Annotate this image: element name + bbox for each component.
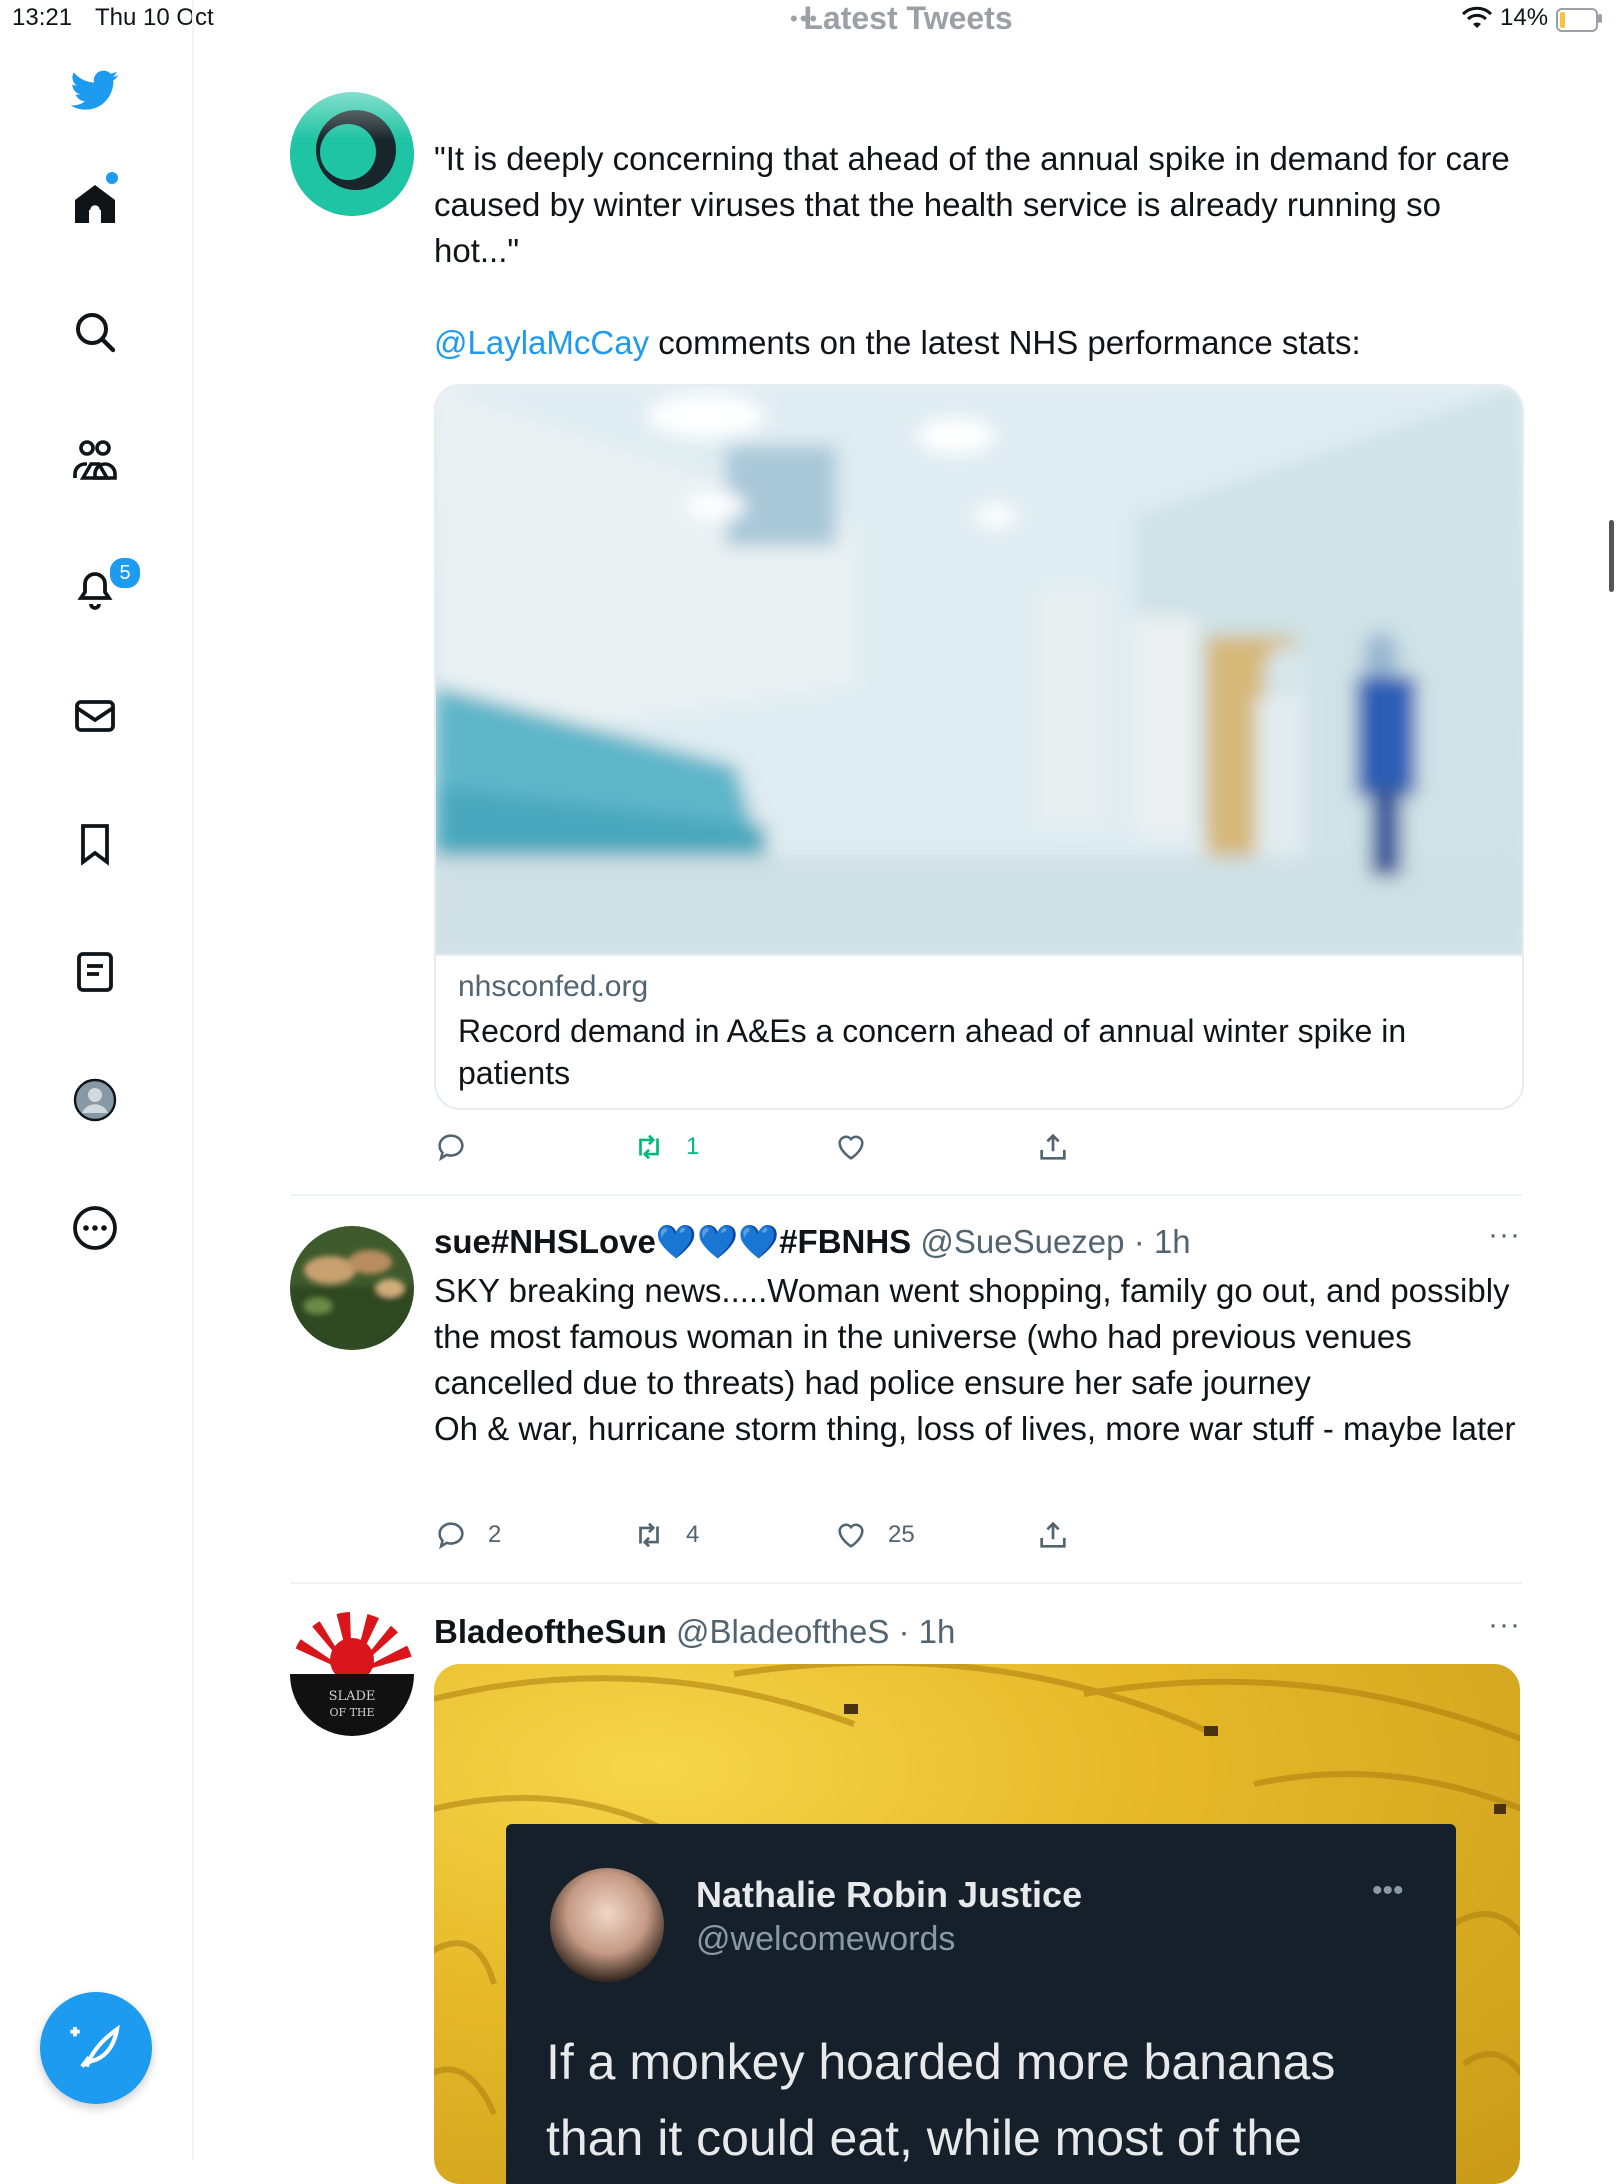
tweet-header: sue#NHSLove💙💙💙#FBNHS @SueSuezep · 1h <box>434 1220 1191 1264</box>
tweet-text-line: @LaylaMcCay comments on the latest NHS p… <box>434 324 1361 361</box>
link-card-image <box>436 386 1522 954</box>
battery-percent: 14% <box>1500 4 1549 31</box>
share-button[interactable] <box>1036 1510 1090 1560</box>
tweet-divider <box>290 1194 1522 1196</box>
compose-feather-icon <box>70 2024 120 2068</box>
tweet-more-icon[interactable]: ··· <box>1488 1608 1521 1642</box>
twitter-logo-icon[interactable] <box>55 50 135 130</box>
link-card-domain: nhsconfed.org <box>458 970 649 1003</box>
tweet-timestamp[interactable]: · 1h <box>899 1613 956 1650</box>
share-button[interactable] <box>1036 1122 1090 1172</box>
tweet-avatar[interactable] <box>290 1226 414 1350</box>
reply-button[interactable] <box>434 1122 488 1172</box>
compose-tweet-button[interactable] <box>40 1992 152 2104</box>
retweet-button[interactable]: 4 <box>632 1510 699 1560</box>
reply-button[interactable]: 2 <box>434 1510 501 1560</box>
wifi-icon <box>1462 6 1492 28</box>
scrollbar[interactable] <box>1609 520 1614 592</box>
tweet-actions: 2 4 25 <box>434 1510 1534 1560</box>
communities-icon[interactable] <box>55 420 135 500</box>
quoted-author-name: Nathalie Robin Justice <box>696 1874 1083 1915</box>
tweet-author-handle[interactable]: @BladeoftheS <box>676 1613 889 1650</box>
tweet-more-icon[interactable]: ··· <box>1488 1218 1521 1252</box>
sidebar: 5 <box>0 0 194 2160</box>
heart-icon <box>838 1135 864 1160</box>
link-card[interactable]: nhsconfed.org Record demand in A&Es a co… <box>434 384 1524 1110</box>
battery-icon <box>1556 8 1598 32</box>
bookmark-icon[interactable] <box>55 804 135 884</box>
quoted-text: If a monkey hoarded more bananas than it… <box>546 2034 1336 2166</box>
messages-icon[interactable] <box>55 676 135 756</box>
profile-avatar-icon[interactable] <box>55 1060 135 1140</box>
search-icon[interactable] <box>55 292 135 372</box>
tweet-text: "It is deeply concerning that ahead of t… <box>434 140 1519 269</box>
tweet-actions: 1 <box>434 1122 1534 1172</box>
tweet-header: BladeoftheSun @BladeoftheS · 1h <box>434 1610 955 1654</box>
status-bar: 13:21 Thu 10 Oct ••• Latest Tweets 14% <box>0 0 1620 40</box>
share-icon <box>1040 1521 1066 1548</box>
retweet-button[interactable]: 1 <box>632 1122 699 1172</box>
quoted-more-icon: ••• <box>1372 1874 1404 1907</box>
tweet-author-name[interactable]: BladeoftheSun <box>434 1613 667 1650</box>
retweet-icon <box>639 1522 659 1548</box>
like-button[interactable]: 25 <box>834 1510 915 1560</box>
tweet-author-handle[interactable]: @SueSuezep <box>920 1223 1124 1260</box>
mention-link[interactable]: @LaylaMcCay <box>434 324 649 361</box>
page-title: Latest Tweets <box>803 0 1013 36</box>
quoted-avatar <box>550 1868 664 1982</box>
tweet-media-image[interactable]: Nathalie Robin Justice @welcomewords •••… <box>434 1664 1520 2184</box>
quoted-author-handle: @welcomewords <box>696 1920 956 1958</box>
home-icon[interactable] <box>55 164 135 244</box>
more-options-icon[interactable] <box>55 1188 135 1268</box>
tweet-divider <box>290 1582 1522 1584</box>
tweet-avatar[interactable]: SLADE OF THE <box>290 1612 414 1736</box>
link-card-title: Record demand in A&Es a concern ahead of… <box>458 1013 1407 1091</box>
reply-icon <box>438 1522 464 1550</box>
like-button[interactable] <box>834 1122 888 1172</box>
retweet-icon <box>639 1134 659 1160</box>
tweet-text: SKY breaking news.....Woman went shoppin… <box>434 1272 1516 1447</box>
quoted-tweet-screenshot: Nathalie Robin Justice @welcomewords •••… <box>506 1824 1456 2184</box>
svg-text:SLADE: SLADE <box>329 1689 376 1704</box>
svg-text:OF THE: OF THE <box>329 1706 374 1719</box>
reply-icon <box>438 1134 464 1162</box>
notifications-badge: 5 <box>108 556 142 590</box>
home-unread-dot <box>106 172 118 184</box>
lists-icon[interactable] <box>55 932 135 1012</box>
tweet-timestamp[interactable]: · 1h <box>1134 1223 1191 1260</box>
heart-icon <box>838 1523 864 1548</box>
tweet-author-name[interactable]: sue#NHSLove💙💙💙#FBNHS <box>434 1223 911 1260</box>
share-icon <box>1040 1133 1066 1160</box>
